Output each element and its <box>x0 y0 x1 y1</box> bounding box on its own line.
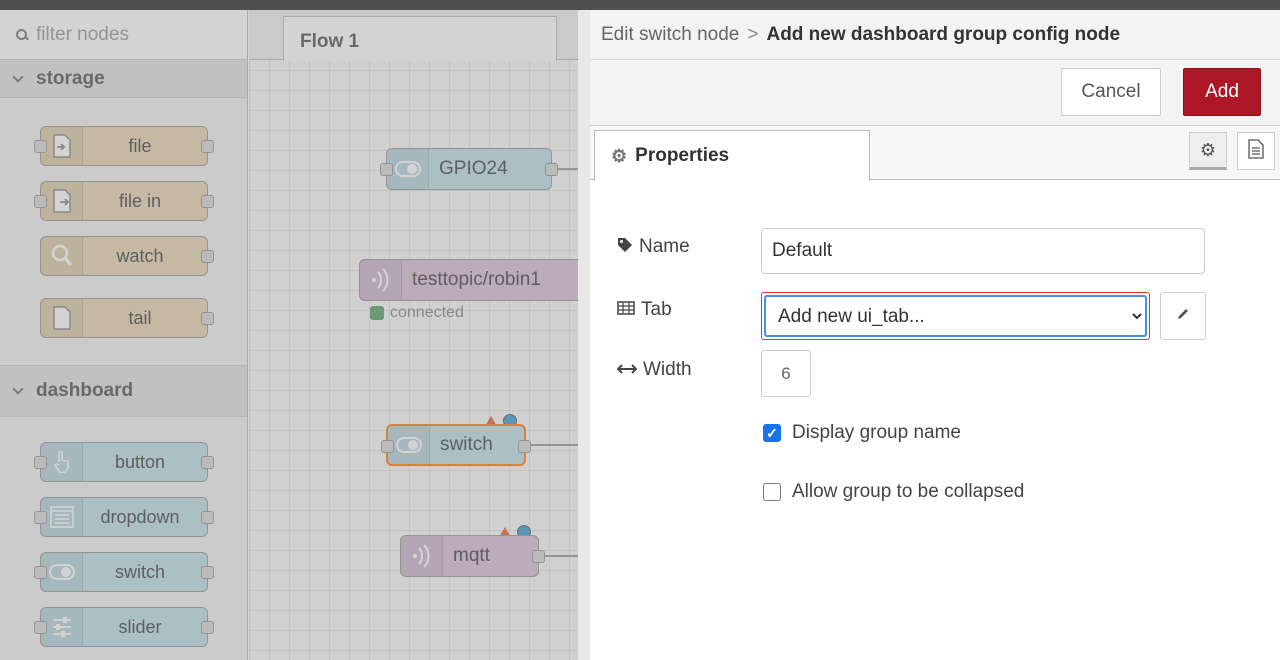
arrows-horizontal-icon <box>616 360 638 380</box>
allow-collapse-checkbox[interactable] <box>763 483 781 501</box>
label-text: Name <box>639 236 690 257</box>
breadcrumb-current: Add new dashboard group config node <box>766 23 1121 45</box>
checkbox-label: Display group name <box>792 422 961 443</box>
tag-icon <box>617 237 633 258</box>
display-group-name-row: ✓ Display group name <box>763 422 961 444</box>
checkbox-label: Allow group to be collapsed <box>792 481 1025 502</box>
display-group-name-checkbox[interactable]: ✓ <box>763 424 781 442</box>
modal-overlay <box>0 10 578 660</box>
tab-properties[interactable]: ⚙ Properties <box>594 130 870 181</box>
gear-icon: ⚙ <box>611 145 628 166</box>
breadcrumb-separator: > <box>747 23 759 45</box>
edit-tray: Edit switch node > Add new dashboard gro… <box>578 10 1280 660</box>
table-icon <box>617 300 635 320</box>
label-text: Width <box>643 359 692 380</box>
breadcrumb-parent[interactable]: Edit switch node <box>601 24 739 46</box>
tab-description[interactable] <box>1237 132 1275 170</box>
add-button[interactable]: Add <box>1183 68 1261 116</box>
tray-tabs: ⚙ Properties ⚙ <box>590 126 1280 181</box>
width-label: Width <box>616 359 692 381</box>
tab-select[interactable]: Add new ui_tab... <box>764 295 1147 337</box>
name-label: Name <box>617 236 690 258</box>
tab-settings[interactable]: ⚙ <box>1189 132 1227 170</box>
top-header-bar <box>0 0 1280 10</box>
document-icon <box>1248 138 1264 164</box>
cancel-button[interactable]: Cancel <box>1061 68 1161 116</box>
tab-select-wrapper: Add new ui_tab... <box>761 292 1150 340</box>
collapse-group-row: Allow group to be collapsed <box>763 481 1024 503</box>
tab-label: Properties <box>635 145 730 166</box>
edit-tab-button[interactable] <box>1160 292 1206 340</box>
width-size-button[interactable]: 6 <box>761 350 811 397</box>
name-field[interactable] <box>761 228 1205 274</box>
tray-toolbar: Cancel Add <box>590 60 1280 126</box>
tab-label: Tab <box>617 299 672 321</box>
pencil-icon <box>1176 306 1190 326</box>
gear-icon: ⚙ <box>1199 139 1217 160</box>
tray-breadcrumb: Edit switch node > Add new dashboard gro… <box>590 10 1280 60</box>
label-text: Tab <box>641 299 672 320</box>
